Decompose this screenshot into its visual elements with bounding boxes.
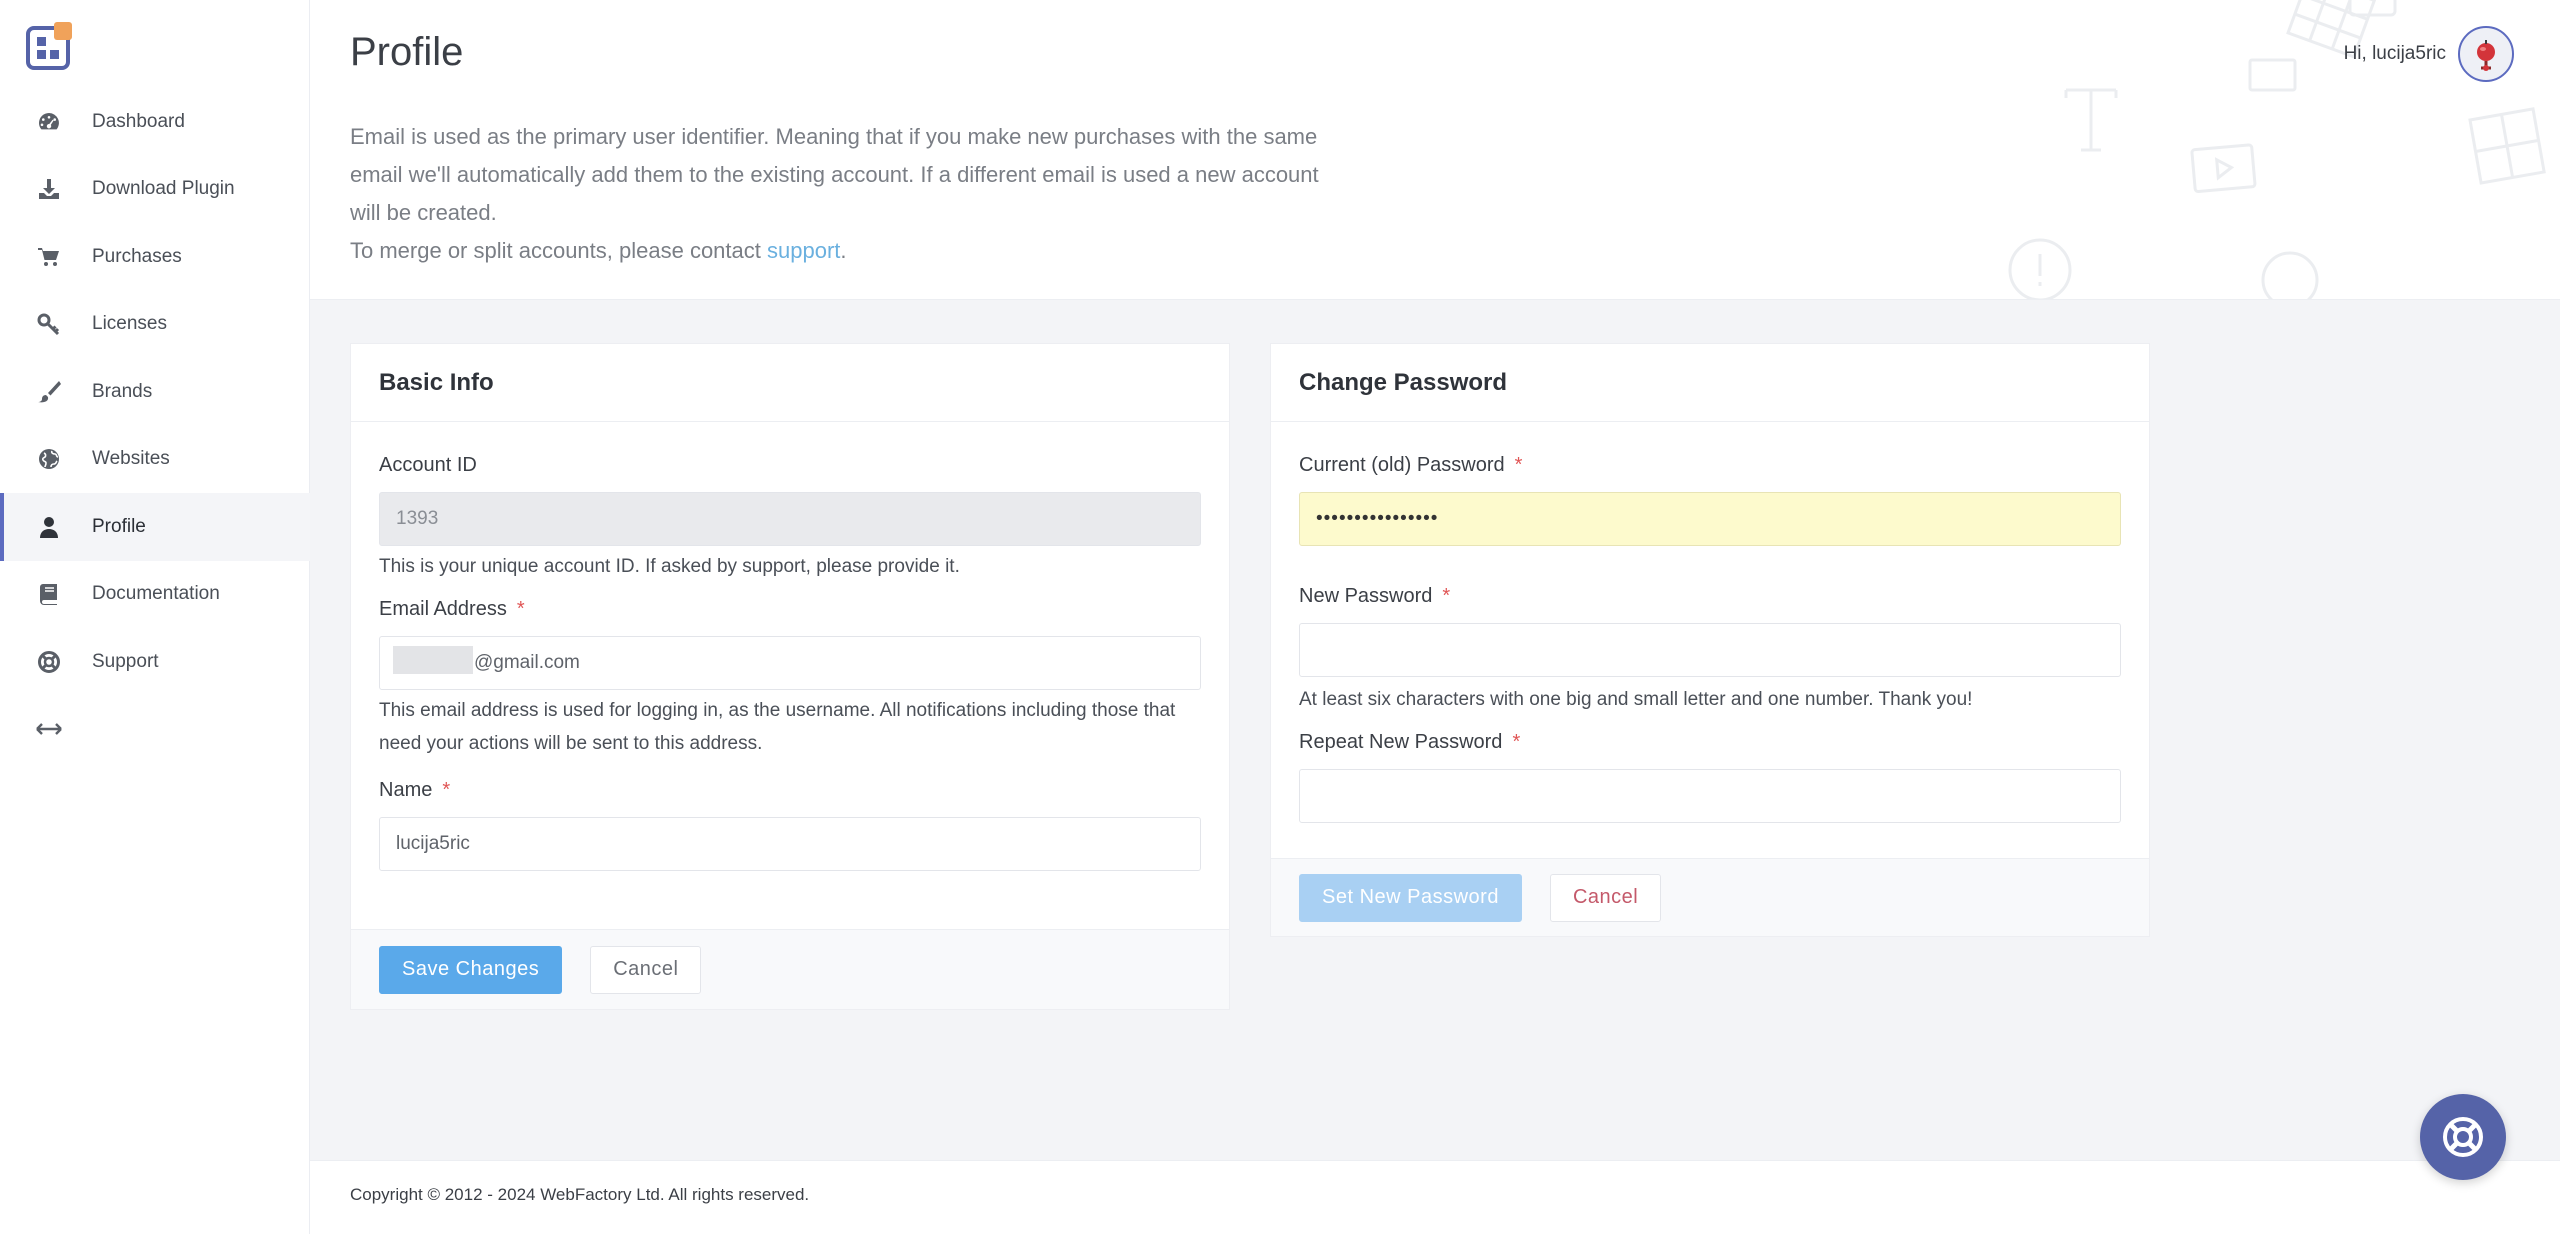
- required-marker: *: [1442, 585, 1451, 607]
- new-password-label: New Password *: [1299, 585, 2121, 608]
- app-logo[interactable]: [26, 20, 76, 70]
- name-field[interactable]: [379, 817, 1201, 871]
- current-password-label: Current (old) Password *: [1299, 454, 2121, 477]
- globe-icon: [36, 446, 62, 472]
- sidebar-item-websites[interactable]: Websites: [0, 426, 310, 494]
- page-title: Profile: [350, 30, 464, 74]
- user-greeting: Hi, lucija5ric: [2343, 43, 2446, 64]
- page-footer: Copyright © 2012 - 2024 WebFactory Ltd. …: [310, 1160, 2560, 1234]
- sidebar-item-brands[interactable]: Brands: [0, 358, 310, 426]
- sidebar-item-label: Licenses: [92, 313, 167, 335]
- sidebar-expand-toggle[interactable]: [0, 696, 310, 764]
- expand-arrows-icon: [36, 716, 62, 742]
- support-link[interactable]: support: [767, 238, 840, 263]
- sidebar-item-profile[interactable]: Profile: [0, 493, 310, 561]
- sidebar-item-download-plugin[interactable]: Download Plugin: [0, 156, 310, 224]
- set-new-password-button[interactable]: Set New Password: [1299, 873, 1522, 922]
- sidebar-item-licenses[interactable]: Licenses: [0, 291, 310, 359]
- repeat-password-label: Repeat New Password *: [1299, 731, 2121, 754]
- key-icon: [36, 311, 62, 337]
- email-redaction-mask: [393, 646, 473, 674]
- copyright-text: Copyright © 2012 - 2024 WebFactory Ltd. …: [350, 1185, 810, 1204]
- merge-accounts-text: To merge or split accounts, please conta…: [350, 238, 767, 263]
- repeat-password-label-text: Repeat New Password: [1299, 731, 1503, 753]
- save-changes-button[interactable]: Save Changes: [379, 945, 563, 994]
- intro-text-block: Email is used as the primary user identi…: [350, 118, 1350, 270]
- logo-icon: [26, 22, 72, 70]
- new-password-label-text: New Password: [1299, 585, 1433, 607]
- current-password-field[interactable]: [1299, 492, 2121, 546]
- sidebar-item-label: Dashboard: [92, 110, 185, 132]
- dashboard-icon: [36, 109, 62, 135]
- sidebar-item-label: Support: [92, 650, 159, 672]
- email-field[interactable]: [379, 636, 1201, 690]
- account-id-help: This is your unique account ID. If asked…: [379, 556, 960, 577]
- new-password-field[interactable]: [1299, 623, 2121, 677]
- sidebar: Dashboard Download Plugin Purchases Lice…: [0, 0, 310, 1234]
- required-marker: *: [516, 598, 525, 620]
- page-header: Profile Email is used as the primary use…: [310, 0, 2560, 300]
- sidebar-item-dashboard[interactable]: Dashboard: [0, 88, 310, 156]
- email-label: Email Address *: [379, 598, 1201, 621]
- sidebar-item-label: Websites: [92, 448, 170, 470]
- cart-icon: [36, 244, 62, 270]
- merge-accounts-end: .: [840, 238, 847, 263]
- email-identifier-note: Email is used as the primary user identi…: [350, 124, 1319, 225]
- account-id-field: [379, 492, 1201, 546]
- email-label-text: Email Address: [379, 598, 507, 620]
- lifebuoy-icon: [36, 649, 62, 675]
- name-label-text: Name: [379, 779, 433, 801]
- change-password-form: Current (old) Password * New Password * At…: [1271, 454, 2149, 823]
- user-icon: [36, 514, 62, 540]
- basic-info-card: Basic Info Account ID This is your uniqu…: [350, 343, 1230, 1010]
- new-password-help: At least six characters with one big and…: [1299, 689, 1973, 710]
- basic-info-cancel-button[interactable]: Cancel: [590, 945, 702, 994]
- account-id-label: Account ID: [379, 454, 1201, 477]
- change-password-actions: Set New Password Cancel: [1271, 858, 2149, 936]
- name-label: Name *: [379, 779, 1201, 802]
- sidebar-item-label: Brands: [92, 380, 153, 402]
- required-marker: *: [442, 779, 451, 801]
- help-widget-button[interactable]: [2420, 1094, 2506, 1180]
- avatar-icon: [2477, 40, 2495, 71]
- basic-info-title: Basic Info: [379, 368, 494, 396]
- repeat-password-field[interactable]: [1299, 769, 2121, 823]
- required-marker: *: [1512, 731, 1521, 753]
- sidebar-item-documentation[interactable]: Documentation: [0, 561, 310, 629]
- lifebuoy-icon: [2443, 1117, 2483, 1157]
- change-password-header: Change Password: [1271, 344, 2149, 422]
- sidebar-item-purchases[interactable]: Purchases: [0, 223, 310, 291]
- sidebar-nav: Dashboard Download Plugin Purchases Lice…: [0, 88, 310, 763]
- change-password-card: Change Password Current (old) Password * …: [1270, 343, 2150, 937]
- sidebar-item-support[interactable]: Support: [0, 628, 310, 696]
- email-help: This email address is used for logging i…: [379, 700, 1176, 754]
- sidebar-item-label: Documentation: [92, 583, 220, 605]
- basic-info-actions: Save Changes Cancel: [351, 929, 1229, 1009]
- sidebar-item-label: Profile: [92, 515, 146, 537]
- basic-info-form: Account ID This is your unique account I…: [351, 454, 1229, 871]
- account-id-label-text: Account ID: [379, 454, 477, 476]
- sidebar-item-label: Download Plugin: [92, 178, 235, 200]
- avatar[interactable]: [2458, 26, 2514, 82]
- basic-info-header: Basic Info: [351, 344, 1229, 422]
- current-password-label-text: Current (old) Password: [1299, 454, 1505, 476]
- brush-icon: [36, 379, 62, 405]
- book-icon: [36, 581, 62, 607]
- user-menu[interactable]: Hi, lucija5ric: [2344, 26, 2514, 82]
- email-field-wrapper: [379, 636, 1201, 690]
- download-icon: [36, 176, 62, 202]
- required-marker: *: [1514, 454, 1523, 476]
- change-password-title: Change Password: [1299, 368, 1508, 396]
- merge-accounts-note: To merge or split accounts, please conta…: [350, 232, 1350, 270]
- change-password-cancel-button[interactable]: Cancel: [1549, 873, 1662, 922]
- sidebar-item-label: Purchases: [92, 245, 182, 267]
